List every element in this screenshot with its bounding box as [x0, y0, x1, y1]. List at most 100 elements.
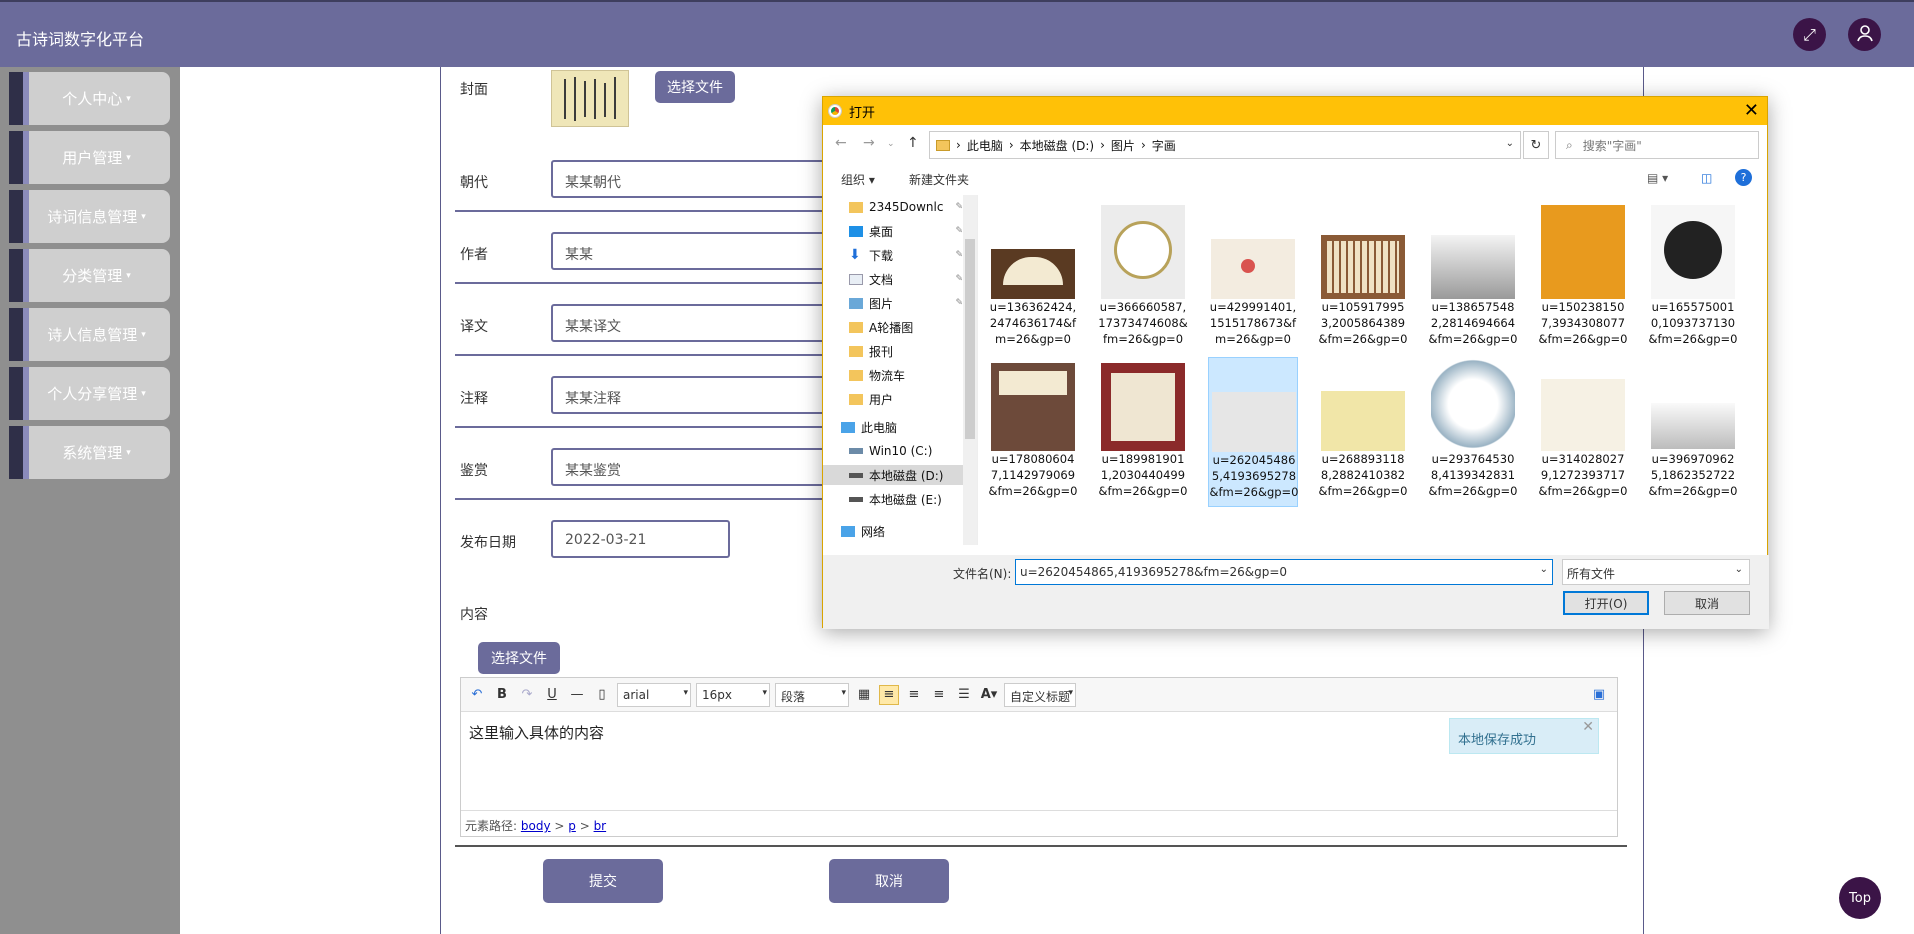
- element-path-br[interactable]: br: [594, 819, 607, 833]
- chevron-down-icon[interactable]: ⌄: [1506, 138, 1514, 149]
- tree-item-pictures[interactable]: 图片 ✎: [849, 293, 969, 313]
- file-item[interactable]: u=1059179953,2005864389&fm=26&gp=0: [1318, 205, 1408, 355]
- chevron-right-icon: ›: [1140, 138, 1146, 152]
- tree-item-documents[interactable]: 文档 ✎: [849, 269, 969, 289]
- download-icon: ⬇: [849, 246, 861, 263]
- font-family-select[interactable]: arial: [617, 682, 691, 707]
- address-bar[interactable]: › 此电脑 › 本地磁盘 (D:) › 图片 › 字画 ⌄: [929, 131, 1521, 159]
- custom-heading-select[interactable]: 自定义标题: [1004, 682, 1076, 707]
- tree-scrollbar[interactable]: [963, 195, 977, 545]
- file-item[interactable]: u=429991401,1515178673&fm=26&gp=0: [1208, 205, 1298, 355]
- element-path-body[interactable]: body: [521, 819, 551, 833]
- preview-icon[interactable]: ▣: [1589, 685, 1609, 705]
- file-item[interactable]: u=1780806047,1142979069&fm=26&gp=0: [988, 357, 1078, 507]
- open-button[interactable]: 打开(O): [1563, 591, 1649, 615]
- chevron-down-icon[interactable]: ⌄: [1540, 564, 1548, 575]
- breadcrumb-calligraphy[interactable]: 字画: [1152, 137, 1176, 154]
- tree-item-label: 此电脑: [861, 420, 898, 435]
- tree-item-drive-e[interactable]: 本地磁盘 (E:): [849, 489, 969, 509]
- fullscreen-button[interactable]: ⤢: [1793, 18, 1826, 51]
- up-icon[interactable]: ↑: [907, 135, 919, 151]
- tree-item-users[interactable]: 用户: [849, 389, 969, 409]
- filename-input[interactable]: u=2620454865,4193695278&fm=26&gp=0 ⌄: [1015, 559, 1553, 585]
- editor-body[interactable]: 这里输入具体的内容 本地保存成功 ✕: [461, 712, 1617, 810]
- align-left-icon[interactable]: ≡: [879, 684, 899, 705]
- file-item[interactable]: u=3969709625,1862352722&fm=26&gp=0: [1648, 357, 1738, 507]
- forward-icon[interactable]: →: [863, 135, 875, 151]
- sidebar-item-shares[interactable]: 个人分享管理 ▾: [9, 367, 170, 420]
- view-options-icon[interactable]: ▤ ▾: [1647, 171, 1668, 185]
- appreciation-input[interactable]: 某某鉴赏: [551, 448, 841, 486]
- refresh-button[interactable]: ↻: [1523, 131, 1549, 159]
- row-divider: [455, 210, 855, 212]
- choose-content-file-button[interactable]: 选择文件: [478, 642, 560, 674]
- tree-item-drive-d[interactable]: 本地磁盘 (D:): [823, 465, 963, 485]
- close-icon[interactable]: ✕: [1744, 100, 1759, 121]
- file-item[interactable]: u=1899819011,2030440499&fm=26&gp=0: [1098, 357, 1188, 507]
- breadcrumb-this-pc[interactable]: 此电脑: [967, 137, 1003, 154]
- element-path: 元素路径: body > p > br: [461, 810, 1617, 836]
- close-icon[interactable]: ✕: [1582, 719, 1594, 735]
- tree-item-desktop[interactable]: 桌面 ✎: [849, 221, 969, 241]
- redo-icon[interactable]: ↷: [517, 685, 537, 705]
- sidebar-item-poets[interactable]: 诗人信息管理 ▾: [9, 308, 170, 361]
- submit-button[interactable]: 提交: [543, 859, 663, 903]
- sidebar-item-users[interactable]: 用户管理 ▾: [9, 131, 170, 184]
- back-icon[interactable]: ←: [835, 135, 847, 151]
- back-to-top-button[interactable]: Top: [1839, 877, 1881, 919]
- paste-text-icon[interactable]: ▯: [592, 685, 612, 705]
- tree-item-logistics[interactable]: 物流车: [849, 365, 969, 385]
- preview-pane-icon[interactable]: ◫: [1701, 171, 1712, 185]
- font-color-icon[interactable]: A▾: [979, 685, 999, 705]
- file-item[interactable]: u=136362424,2474636174&fm=26&gp=0: [988, 205, 1078, 355]
- publish-date-input[interactable]: 2022-03-21: [551, 520, 730, 558]
- scrollbar-thumb[interactable]: [965, 239, 975, 439]
- tree-item-carousel[interactable]: A轮播图: [849, 317, 969, 337]
- undo-icon[interactable]: ↶: [467, 685, 487, 705]
- align-justify-icon[interactable]: ☰: [954, 685, 974, 705]
- tree-item-network[interactable]: 网络: [841, 521, 961, 541]
- file-item[interactable]: u=366660587,17373474608&fm=26&gp=0: [1098, 205, 1188, 355]
- tree-item-2345downloads[interactable]: 2345Downlc ✎: [849, 197, 969, 217]
- file-item[interactable]: u=3140280279,1272393717&fm=26&gp=0: [1538, 357, 1628, 507]
- underline-icon[interactable]: U: [542, 685, 562, 705]
- tree-item-newspaper[interactable]: 报刊: [849, 341, 969, 361]
- align-center-icon[interactable]: ≡: [929, 685, 949, 705]
- tree-item-downloads[interactable]: ⬇ 下载 ✎: [849, 245, 969, 265]
- tree-item-drive-c[interactable]: Win10 (C:): [849, 441, 969, 461]
- user-button[interactable]: [1848, 18, 1881, 51]
- filetype-select[interactable]: 所有文件 ⌄: [1562, 559, 1750, 585]
- search-input[interactable]: ⌕ 搜索"字画": [1555, 131, 1759, 159]
- recent-dropdown-icon[interactable]: ⌄: [887, 139, 895, 149]
- cancel-button[interactable]: 取消: [829, 859, 949, 903]
- bold-icon[interactable]: B: [492, 685, 512, 705]
- align-right-icon[interactable]: ≡: [904, 685, 924, 705]
- sidebar-item-categories[interactable]: 分类管理 ▾: [9, 249, 170, 302]
- new-folder-button[interactable]: 新建文件夹: [909, 171, 969, 188]
- dynasty-input[interactable]: 某某朝代: [551, 160, 841, 198]
- file-item-selected[interactable]: u=2620454865,4193695278&fm=26&gp=0: [1208, 357, 1299, 507]
- file-item[interactable]: u=1502381507,3934308077&fm=26&gp=0: [1538, 205, 1628, 355]
- author-input[interactable]: 某某: [551, 232, 841, 270]
- annotation-input[interactable]: 某某注释: [551, 376, 841, 414]
- sidebar-item-system[interactable]: 系统管理 ▾: [9, 426, 170, 479]
- translation-input[interactable]: 某某译文: [551, 304, 841, 342]
- table-icon[interactable]: ▦: [854, 685, 874, 705]
- breadcrumb-pictures[interactable]: 图片: [1111, 137, 1135, 154]
- file-item[interactable]: u=1386575482,2814694664&fm=26&gp=0: [1428, 205, 1518, 355]
- help-icon[interactable]: ?: [1735, 169, 1752, 186]
- font-size-select[interactable]: 16px: [696, 682, 770, 707]
- sidebar-item-poems[interactable]: 诗词信息管理 ▾: [9, 190, 170, 243]
- file-item[interactable]: u=2937645308,4139342831&fm=26&gp=0: [1428, 357, 1518, 507]
- paragraph-select[interactable]: 段落: [775, 682, 849, 707]
- breadcrumb-drive-d[interactable]: 本地磁盘 (D:): [1020, 137, 1094, 154]
- file-item[interactable]: u=1655750010,1093737130&fm=26&gp=0: [1648, 205, 1738, 355]
- sidebar-item-personal-center[interactable]: 个人中心 ▾: [9, 72, 170, 125]
- horizontal-rule-icon[interactable]: —: [567, 685, 587, 705]
- choose-cover-button[interactable]: 选择文件: [655, 71, 735, 103]
- tree-item-this-pc[interactable]: 此电脑: [841, 417, 961, 437]
- element-path-p[interactable]: p: [568, 819, 576, 833]
- organize-button[interactable]: 组织 ▾: [841, 171, 875, 188]
- dialog-cancel-button[interactable]: 取消: [1664, 591, 1750, 615]
- file-item[interactable]: u=2688931188,2882410382&fm=26&gp=0: [1318, 357, 1408, 507]
